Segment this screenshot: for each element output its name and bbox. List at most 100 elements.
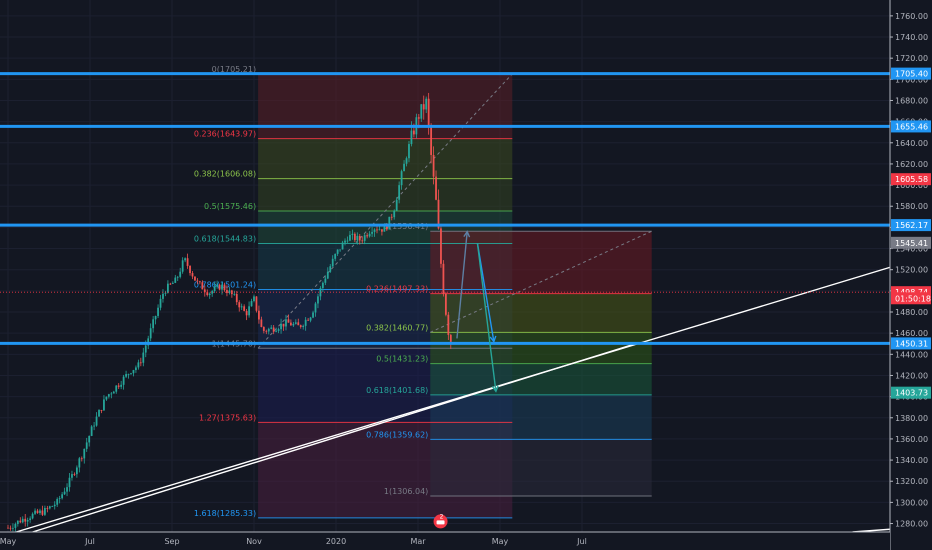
candle-body (46, 508, 49, 509)
candle-body (12, 527, 14, 529)
candle-body (378, 229, 381, 231)
candle-body (390, 216, 393, 218)
fib2-level-label: 0.786(1359.62) (366, 430, 428, 439)
fib2-zone (430, 394, 652, 440)
fib1-zone (258, 138, 513, 179)
candle-body (270, 327, 273, 329)
candle-body (159, 298, 162, 308)
candle-body (405, 158, 408, 164)
candle-body (356, 235, 359, 241)
candle-body (385, 226, 388, 230)
candle-body (21, 518, 24, 523)
time-tick-label: Mar (410, 537, 426, 546)
chart-canvas[interactable]: 0(1705.21)0.236(1643.97)0.382(1606.08)0.… (0, 0, 932, 550)
candle-body (358, 235, 361, 241)
candle-body (78, 458, 81, 468)
candle-body (309, 317, 312, 321)
candle-body (191, 273, 194, 277)
candle-body (39, 510, 41, 514)
candle-body (317, 296, 319, 304)
candle-body (294, 322, 297, 324)
candle-body (363, 235, 366, 241)
fib2-zone (430, 231, 652, 294)
fib2-level-label: 0.382(1460.77) (366, 323, 428, 332)
price-tag-label: 1450.31 (895, 339, 928, 348)
time-tick-label: May (0, 537, 17, 546)
candle-body (292, 323, 295, 326)
candle-body (137, 362, 140, 368)
time-tick-label: Jul (576, 537, 587, 546)
candle-body (51, 506, 54, 507)
candle-body (420, 104, 423, 119)
candle-body (341, 242, 344, 250)
candle-body (14, 523, 17, 528)
candle-body (44, 508, 46, 515)
candle-body (373, 229, 376, 232)
candle-body (250, 301, 253, 307)
price-tick-label: 1340.00 (895, 456, 928, 465)
candle-body (36, 510, 39, 514)
candle-body (139, 362, 142, 364)
candle-body (186, 258, 189, 266)
candle-body (299, 325, 302, 328)
fib2-zone (430, 293, 652, 333)
candle-body (422, 104, 425, 110)
candle-body (75, 467, 78, 475)
price-tick-label: 1580.00 (895, 202, 928, 211)
candle-body (425, 98, 428, 110)
candle-body (262, 327, 265, 331)
time-axis[interactable]: May Jul Sep Nov 2020 Mar May Jul (0, 531, 890, 550)
candle-body (184, 258, 187, 261)
candle-body (442, 263, 445, 294)
candle-body (440, 228, 442, 264)
candle-body (203, 289, 206, 293)
candle-body (201, 282, 204, 290)
candle-body (189, 265, 191, 274)
time-tick-label: May (492, 537, 509, 546)
price-tag-label: 1655.46 (895, 122, 928, 131)
candle-body (408, 144, 410, 159)
price-axis[interactable]: 1280.00 1300.00 1320.00 1340.00 1360.00 1380.… (889, 0, 932, 550)
candle-body (334, 253, 337, 259)
candle-body (41, 510, 44, 515)
candle-body (410, 130, 413, 145)
candle-body (98, 410, 100, 417)
candle-body (432, 154, 435, 177)
candle-body (34, 510, 36, 514)
candle-body (336, 249, 339, 254)
candle-body (110, 393, 113, 395)
candle-body (339, 249, 341, 251)
candle-body (272, 327, 275, 332)
candle-body (413, 130, 415, 135)
candle-body (245, 310, 248, 316)
price-tick-label: 1280.00 (895, 520, 928, 529)
fib1-level-label: 0.5(1575.46) (204, 202, 256, 211)
candle-body (208, 293, 211, 296)
candle-body (383, 226, 386, 232)
candle-body (29, 518, 32, 521)
price-tag-label: 1545.41 (895, 239, 928, 248)
candle-body (226, 290, 228, 294)
candle-body (95, 416, 98, 426)
price-tick-label: 1460.00 (895, 329, 928, 338)
price-tag-label: 1705.40 (895, 70, 928, 79)
fib1-level-label: 0.236(1643.97) (194, 130, 256, 139)
candle-body (253, 296, 255, 302)
candle-body (58, 498, 61, 500)
fib-zones (258, 73, 652, 518)
candle-body (346, 240, 349, 242)
fib1-level-label: 0.618(1544.83) (194, 234, 256, 243)
candle-body (196, 280, 199, 282)
candle-body (93, 425, 95, 427)
price-tick-label: 1320.00 (895, 477, 928, 486)
candle-body (267, 328, 270, 332)
time-tick-label: Nov (246, 537, 262, 546)
candle-body (112, 391, 115, 394)
candle-body (135, 367, 137, 371)
candle-body (194, 276, 196, 281)
candle-body (400, 171, 403, 186)
candle-body (120, 384, 123, 387)
candle-body (265, 330, 268, 332)
candle-body (381, 229, 383, 232)
candle-body (206, 292, 209, 296)
